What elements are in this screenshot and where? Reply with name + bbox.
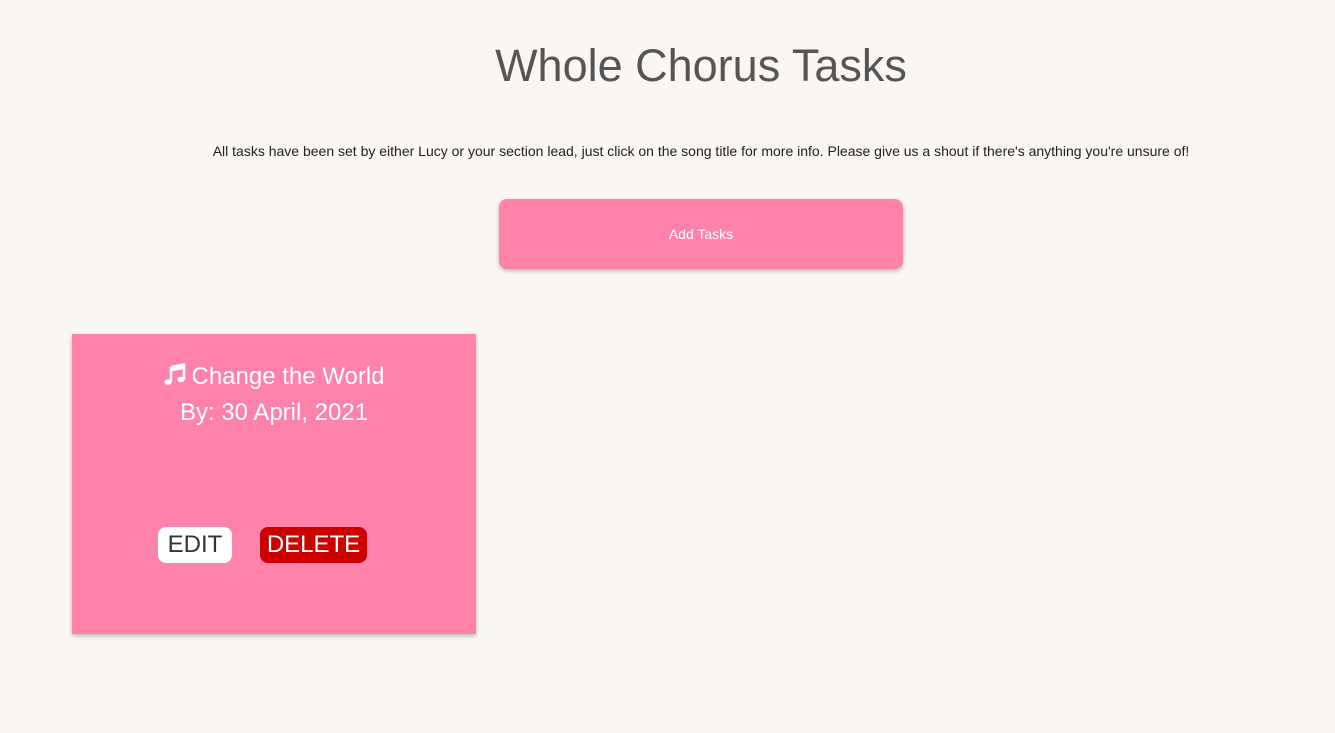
task-title: Change the World [191, 363, 385, 390]
task-card: Change the World By: 30 April, 2021 EDIT… [72, 334, 476, 634]
delete-button[interactable]: DELETE [260, 527, 367, 563]
add-tasks-button[interactable]: Add Tasks [499, 199, 903, 269]
music-note-icon [164, 363, 186, 385]
task-due-date: By: 30 April, 2021 [179, 399, 369, 426]
edit-button[interactable]: EDIT [158, 527, 232, 563]
page-title: Whole Chorus Tasks [495, 40, 907, 91]
task-title-link[interactable]: Change the World [72, 362, 476, 392]
intro-text: All tasks have been set by either Lucy o… [212, 143, 1190, 159]
